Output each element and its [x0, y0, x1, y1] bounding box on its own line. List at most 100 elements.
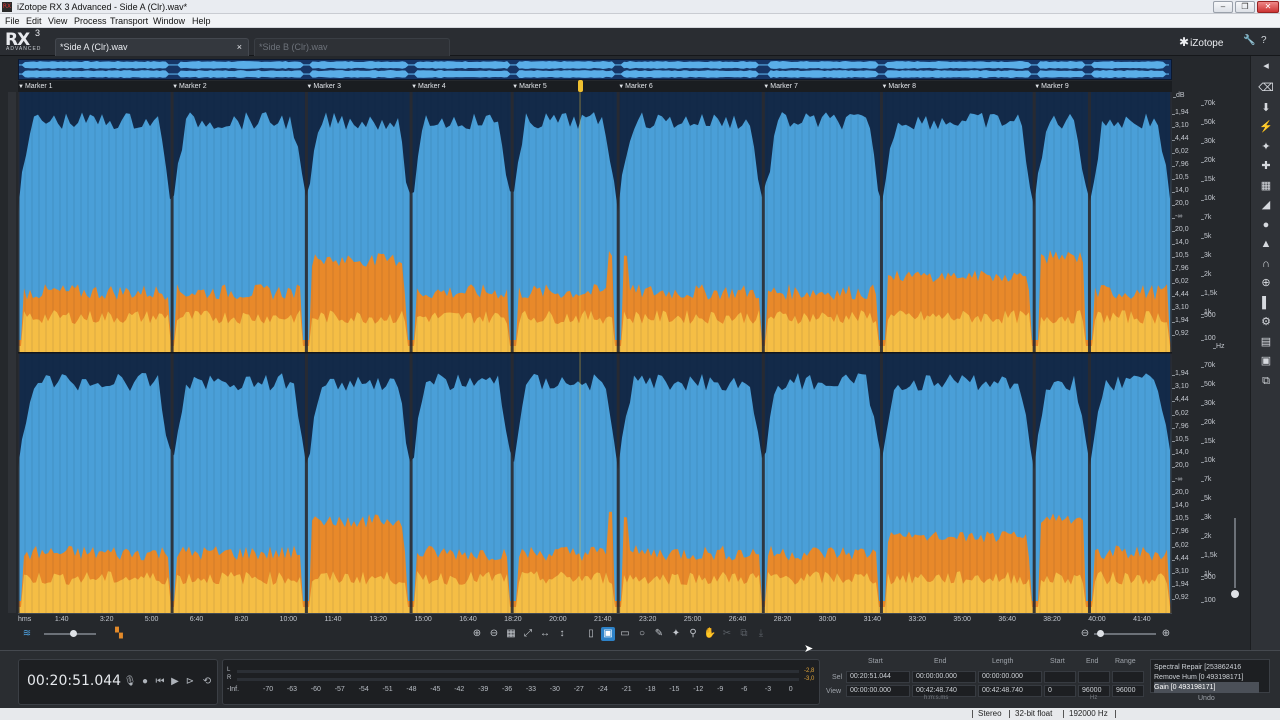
- wrench-icon[interactable]: 🔧: [1243, 35, 1255, 46]
- zoom-freq-icon[interactable]: ↕: [555, 627, 569, 641]
- spectrogram-opacity-slider[interactable]: [44, 630, 96, 637]
- close-tab-icon[interactable]: ×: [237, 39, 242, 56]
- copy-icon[interactable]: ⧉: [737, 627, 751, 641]
- sel-freq-end-field[interactable]: [1078, 671, 1110, 683]
- sel-range-field[interactable]: [1112, 671, 1144, 683]
- menu-view[interactable]: View: [48, 14, 67, 28]
- marker-1[interactable]: ▼Marker 1: [18, 81, 53, 92]
- menu-window[interactable]: Window: [153, 14, 185, 28]
- sel-freq-start-field[interactable]: [1044, 671, 1076, 683]
- resample-icon[interactable]: ▌: [1258, 295, 1274, 311]
- time-select-icon[interactable]: ▯: [584, 627, 598, 641]
- spectrogram-display[interactable]: [18, 92, 1172, 613]
- eq-icon[interactable]: ▦: [1258, 178, 1274, 194]
- arrow-left-icon[interactable]: ◂: [1258, 58, 1274, 74]
- menu-transport[interactable]: Transport: [110, 14, 148, 28]
- waveform-overview[interactable]: [18, 59, 1172, 80]
- rect-select-icon[interactable]: ▣: [601, 627, 615, 641]
- view-freq-start-field[interactable]: 0: [1044, 685, 1076, 697]
- waveform-display-icon[interactable]: ≋: [20, 627, 34, 641]
- dither-icon[interactable]: ▲: [1258, 236, 1274, 252]
- minimize-button[interactable]: –: [1213, 1, 1233, 13]
- marker-label: Marker 5: [519, 83, 547, 90]
- channel-ops-icon[interactable]: ●: [1258, 217, 1274, 233]
- slider-knob[interactable]: [69, 630, 77, 637]
- lasso-icon[interactable]: ○: [635, 627, 649, 641]
- view-start-field[interactable]: 00:00:00.000: [846, 685, 910, 697]
- vertical-zoom-knob[interactable]: [1231, 590, 1239, 598]
- help-icon[interactable]: ?: [1261, 35, 1267, 46]
- rewind-icon[interactable]: ⏮: [153, 675, 167, 689]
- vertical-zoom-track[interactable]: [1234, 518, 1236, 588]
- plugin-icon[interactable]: ▣: [1258, 353, 1274, 369]
- sel-start-field[interactable]: 00:20:51.044: [846, 671, 910, 683]
- slider-knob[interactable]: [1097, 630, 1105, 637]
- file-tab-side-a[interactable]: *Side A (Clr).wav ×: [55, 38, 249, 56]
- menu-file[interactable]: File: [5, 14, 20, 28]
- zoom-out-icon[interactable]: ⊖: [487, 627, 501, 641]
- spectral-repair-icon[interactable]: ◢: [1258, 197, 1274, 213]
- hand-icon-2[interactable]: ✋: [703, 627, 717, 641]
- playhead-handle[interactable]: [578, 80, 584, 92]
- dehum-icon[interactable]: ✚: [1258, 158, 1274, 174]
- time-ruler[interactable]: hms 1:40 3:20 5:00 6:40 8:20 10:00 11:40 13:20 15…: [18, 613, 1172, 627]
- marker-9[interactable]: ▼Marker 9: [1034, 81, 1069, 92]
- horizontal-zoom-slider[interactable]: [1094, 630, 1156, 637]
- marker-2[interactable]: ▼Marker 2: [172, 81, 207, 92]
- marker-5[interactable]: ▼Marker 5: [512, 81, 547, 92]
- magic-wand-icon[interactable]: ✦: [669, 627, 683, 641]
- view-length-field[interactable]: 00:42:48.740: [978, 685, 1042, 697]
- play-icon[interactable]: ▶: [168, 675, 182, 689]
- record-icon[interactable]: ●: [138, 675, 152, 689]
- status-bar: Stereo 32-bit float 192000 Hz: [0, 708, 1280, 720]
- decrackle-icon[interactable]: ⚡: [1258, 119, 1274, 135]
- close-window-button[interactable]: ✕: [1257, 1, 1279, 13]
- marker-4[interactable]: ▼Marker 4: [411, 81, 446, 92]
- pitch-icon[interactable]: ⊕: [1258, 275, 1274, 291]
- marker-3[interactable]: ▼Marker 3: [306, 81, 341, 92]
- sel-end-field[interactable]: 00:00:00.000: [912, 671, 976, 683]
- marker-8[interactable]: ▼Marker 8: [881, 81, 916, 92]
- zoom-out-time-icon[interactable]: ⊖: [1078, 627, 1092, 641]
- marker-7[interactable]: ▼Marker 7: [763, 81, 798, 92]
- menu-help[interactable]: Help: [192, 14, 211, 28]
- freq-select-icon[interactable]: ▭: [618, 627, 632, 641]
- eraser-icon[interactable]: ⌫: [1258, 80, 1274, 96]
- module-chain-icon[interactable]: ▤: [1258, 334, 1274, 350]
- spectrum-icon[interactable]: ⧉: [1258, 373, 1274, 389]
- view-range-field[interactable]: 96000: [1112, 685, 1144, 697]
- marker-lane[interactable]: ▼Marker 1 ▼Marker 2 ▼Marker 3 ▼Marker 4 ▼Mar…: [18, 81, 1172, 92]
- play-selection-icon[interactable]: ⊳: [183, 675, 197, 689]
- db-scale-label: 6,02: [1172, 148, 1189, 155]
- hand-icon[interactable]: ⚲: [686, 627, 700, 641]
- time-tick-label: 28:20: [773, 616, 792, 623]
- paste-icon[interactable]: ⤓: [754, 627, 768, 641]
- spectrogram-display-icon[interactable]: ▚: [112, 627, 126, 641]
- meter-scale-label: -45: [430, 686, 441, 693]
- zoom-fit-icon[interactable]: ⤢: [521, 627, 535, 641]
- hz-scale-label: 5k: [1200, 495, 1212, 502]
- batch-icon[interactable]: ⚙: [1258, 314, 1274, 330]
- denoise-icon[interactable]: ✦: [1258, 139, 1274, 155]
- zoom-time-icon[interactable]: ↔: [538, 627, 552, 641]
- db-scale-label: 20,0: [1172, 226, 1189, 233]
- time-display[interactable]: 00:20:51.044: [27, 673, 121, 689]
- maximize-button[interactable]: ❐: [1235, 1, 1255, 13]
- mic-icon[interactable]: 🎙: [123, 675, 137, 689]
- gain-icon[interactable]: ∩: [1258, 256, 1274, 272]
- cut-icon[interactable]: ✂: [720, 627, 734, 641]
- vertical-zoom[interactable]: [1228, 490, 1242, 615]
- marker-6[interactable]: ▼Marker 6: [618, 81, 653, 92]
- zoom-in-icon[interactable]: ⊕: [470, 627, 484, 641]
- brush-icon[interactable]: ✎: [652, 627, 666, 641]
- menu-process[interactable]: Process: [74, 14, 107, 28]
- sel-length-field[interactable]: 00:00:00.000: [978, 671, 1042, 683]
- menu-edit[interactable]: Edit: [26, 14, 42, 28]
- loop-icon[interactable]: ⟲: [200, 675, 214, 689]
- rx-app-icon[interactable]: RX: [2, 2, 12, 12]
- zoom-selection-icon[interactable]: ▦: [504, 627, 518, 641]
- file-tab-side-b[interactable]: *Side B (Clr).wav: [254, 38, 450, 56]
- declip-icon[interactable]: ⬇: [1258, 100, 1274, 116]
- zoom-in-time-icon[interactable]: ⊕: [1159, 627, 1173, 641]
- history-item-selected[interactable]: Gain [0 493198171]: [1154, 682, 1259, 693]
